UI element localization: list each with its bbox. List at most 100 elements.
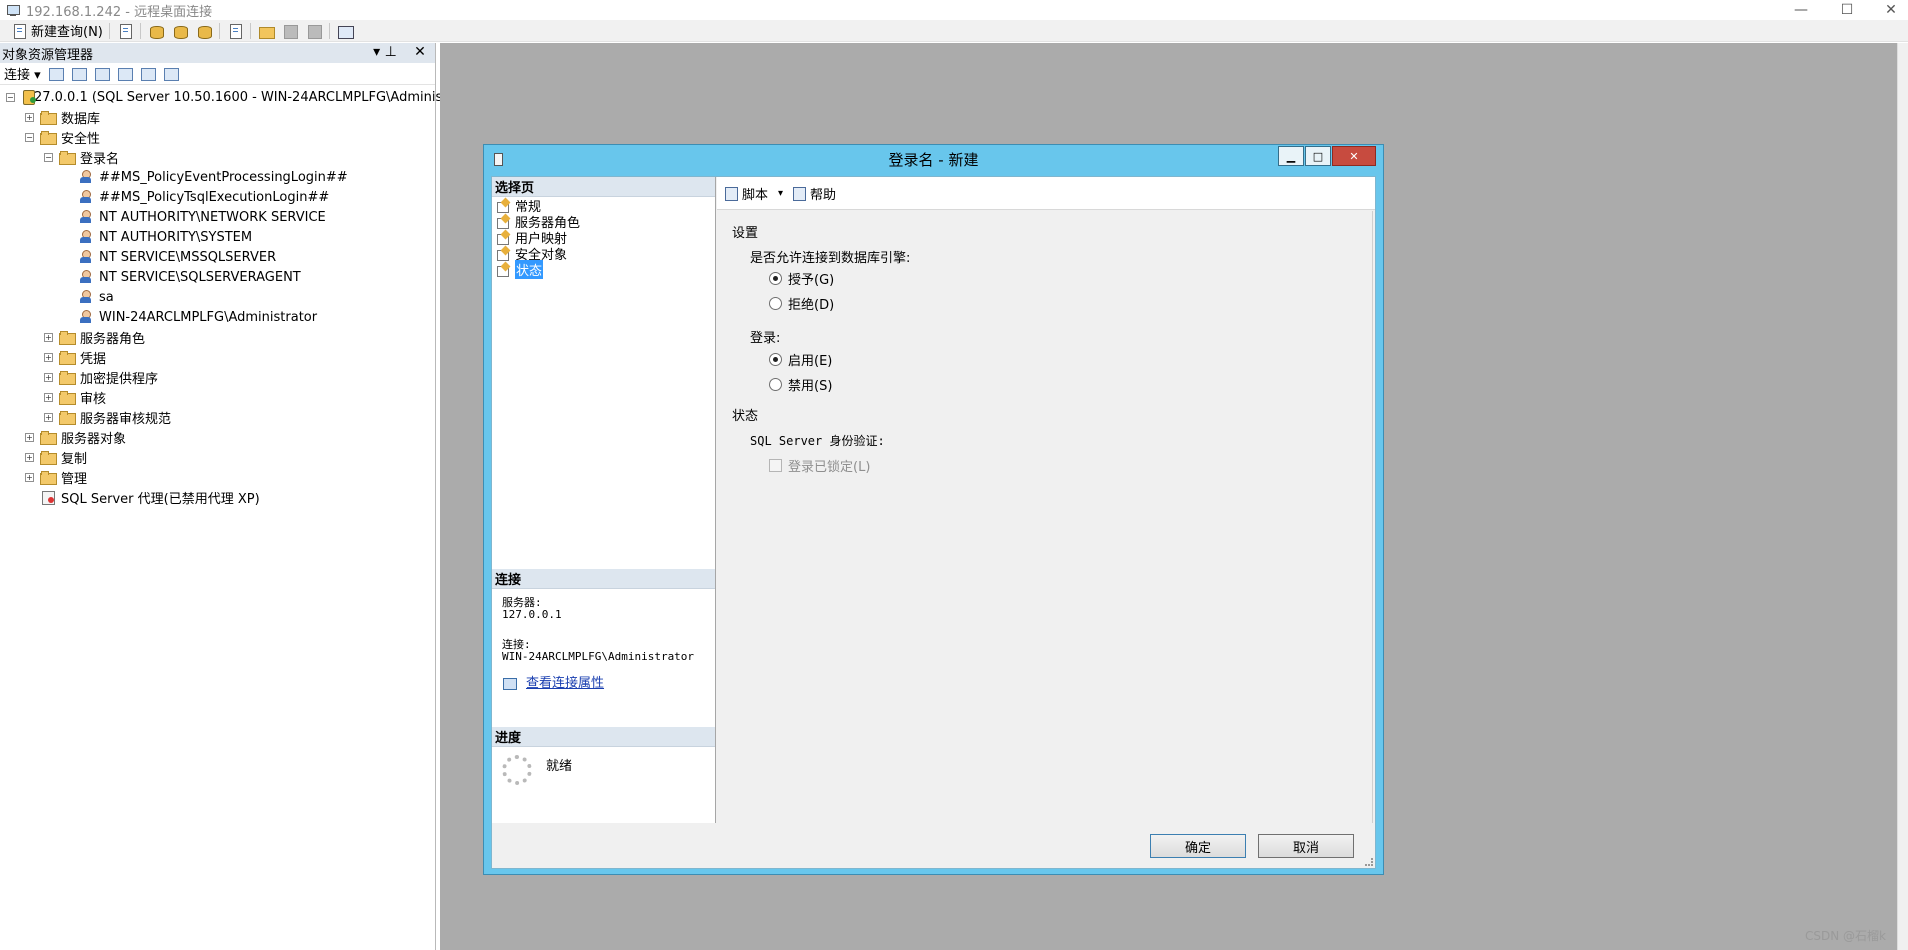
new-project-icon[interactable]	[227, 23, 243, 39]
tree-node[interactable]: + 服务器对象	[0, 427, 435, 447]
deny-radio[interactable]: 拒绝(D)	[769, 294, 834, 313]
tree-node-label: 数据库	[61, 111, 101, 127]
expand-icon[interactable]: +	[44, 412, 53, 422]
filter-icon[interactable]	[117, 67, 133, 81]
collapse-icon[interactable]: −	[6, 92, 15, 102]
object-tree: −127.0.0.1 (SQL Server 10.50.1600 - WIN-…	[0, 85, 484, 507]
expand-icon[interactable]: +	[44, 332, 53, 342]
expand-icon[interactable]: +	[25, 452, 34, 462]
tree-node[interactable]: + 审核	[0, 387, 435, 407]
object-explorer-panel: 对象资源管理器 ▾ ⊥ ✕ 连接 ▾ −127.0.0.1 (SQL Serve…	[0, 43, 484, 950]
script-button[interactable]: 脚本	[742, 184, 768, 203]
disable-radio-dot[interactable]	[769, 378, 782, 391]
page-icon	[496, 247, 511, 261]
help-button[interactable]: 帮助	[810, 184, 836, 203]
agent-icon	[40, 490, 56, 505]
refresh-icon[interactable]	[140, 67, 156, 81]
folder-icon	[59, 151, 76, 165]
page-icon	[496, 263, 511, 277]
tree-node[interactable]: ##MS_PolicyTsqlExecutionLogin##	[0, 187, 435, 207]
resize-grip-icon[interactable]	[1365, 858, 1373, 866]
minimize-button[interactable]: —	[1784, 0, 1818, 20]
tree-node[interactable]: −127.0.0.1 (SQL Server 10.50.1600 - WIN-…	[0, 87, 484, 107]
server-value: 127.0.0.1	[502, 608, 562, 621]
tree-node[interactable]: WIN-24ARCLMPLFG\Administrator	[0, 307, 435, 327]
view-connection-properties[interactable]: 查看连接属性	[502, 677, 715, 691]
connection-section: 连接 服务器: 127.0.0.1 连接: WIN-24ARCLMPLFG\Ad…	[492, 569, 715, 691]
toolbar-separator	[249, 22, 251, 39]
save-icon[interactable]	[282, 24, 298, 39]
tree-node-label: 登录名	[80, 151, 120, 167]
enable-radio[interactable]: 启用(E)	[769, 350, 832, 369]
stop-icon[interactable]	[94, 67, 110, 81]
tree-node[interactable]: + 服务器角色	[0, 327, 435, 347]
activity-monitor-icon[interactable]	[337, 24, 354, 39]
expand-icon[interactable]: +	[44, 352, 53, 362]
tree-node-label: 加密提供程序	[80, 371, 159, 387]
disable-radio[interactable]: 禁用(S)	[769, 375, 832, 394]
tree-node[interactable]: − 登录名	[0, 147, 435, 167]
close-panel-icon[interactable]: ✕	[412, 44, 428, 60]
expand-icon[interactable]: +	[25, 112, 34, 122]
permission-question: 是否允许连接到数据库引擎:	[750, 251, 911, 266]
tree-node[interactable]: NT AUTHORITY\SYSTEM	[0, 227, 435, 247]
object-explorer-header: 对象资源管理器 ▾ ⊥ ✕	[0, 43, 435, 63]
tree-node-label: 审核	[80, 391, 107, 407]
expand-icon[interactable]: +	[25, 432, 34, 442]
sql-auth-label: SQL Server 身份验证:	[750, 434, 885, 448]
connect-icon[interactable]	[48, 67, 64, 81]
ok-button[interactable]: 确定	[1150, 834, 1246, 858]
collapse-icon[interactable]: −	[25, 132, 34, 142]
tree-node[interactable]: + 管理	[0, 467, 435, 487]
cancel-button[interactable]: 取消	[1258, 834, 1354, 858]
disconnect-icon[interactable]	[71, 67, 87, 81]
view-connection-properties-link[interactable]: 查看连接属性	[526, 677, 604, 690]
maximize-button[interactable]: ☐	[1830, 0, 1864, 20]
toolbar-separator	[139, 22, 141, 39]
activity-icon[interactable]	[163, 67, 179, 81]
pin-icon[interactable]: ▾ ⊥	[368, 44, 402, 60]
tree-node[interactable]: + 复制	[0, 447, 435, 467]
close-button[interactable]: ✕	[1874, 0, 1908, 20]
grant-radio[interactable]: 授予(G)	[769, 269, 834, 288]
dialog-minimize-button[interactable]: ▁	[1278, 146, 1304, 166]
new-file-icon[interactable]	[117, 23, 133, 39]
expand-icon[interactable]: +	[44, 392, 53, 402]
connect-dropdown[interactable]: 连接 ▾	[4, 64, 41, 83]
grant-radio-dot[interactable]	[769, 272, 782, 285]
dialog-close-button[interactable]: ✕	[1332, 146, 1376, 166]
tree-node[interactable]: + 服务器审核规范	[0, 407, 435, 427]
database-engine-query-icon[interactable]	[148, 24, 164, 39]
vertical-scrollbar[interactable]	[1897, 43, 1908, 950]
tree-node[interactable]: + 凭据	[0, 347, 435, 367]
tree-node[interactable]: NT AUTHORITY\NETWORK SERVICE	[0, 207, 435, 227]
expand-icon[interactable]: +	[44, 372, 53, 382]
enable-radio-dot[interactable]	[769, 353, 782, 366]
tree-node[interactable]: + 加密提供程序	[0, 367, 435, 387]
login-locked-label: 登录已锁定(L)	[788, 460, 871, 475]
tree-node[interactable]: ##MS_PolicyEventProcessingLogin##	[0, 167, 435, 187]
script-dropdown-icon[interactable]: ▾	[778, 188, 783, 199]
tree-node[interactable]: + 数据库	[0, 107, 435, 127]
tree-node[interactable]: SQL Server 代理(已禁用代理 XP)	[0, 487, 435, 507]
tree-node-label: 127.0.0.1 (SQL Server 10.50.1600 - WIN-2…	[25, 89, 485, 105]
dialog-maximize-button[interactable]: □	[1305, 146, 1331, 166]
mdx-query-icon[interactable]	[196, 24, 212, 39]
collapse-icon[interactable]: −	[44, 152, 53, 162]
connection-value: WIN-24ARCLMPLFG\Administrator	[502, 650, 695, 663]
page-item[interactable]: 状态	[492, 259, 715, 279]
open-folder-icon[interactable]	[258, 24, 275, 39]
analysis-query-icon[interactable]	[172, 24, 188, 39]
dialog-button-row: 确定 取消	[492, 834, 1376, 860]
deny-radio-dot[interactable]	[769, 297, 782, 310]
tree-node[interactable]: − 安全性	[0, 127, 435, 147]
tree-node[interactable]: NT SERVICE\MSSQLSERVER	[0, 247, 435, 267]
page-icon	[496, 215, 511, 229]
save-all-icon[interactable]	[306, 24, 322, 39]
tree-node[interactable]: NT SERVICE\SQLSERVERAGENT	[0, 267, 435, 287]
folder-icon	[59, 331, 76, 345]
expand-icon[interactable]: +	[25, 472, 34, 482]
tree-node-label: NT SERVICE\MSSQLSERVER	[99, 249, 277, 265]
new-query-button[interactable]: 新建查询(N)	[4, 22, 106, 40]
tree-node[interactable]: sa	[0, 287, 435, 307]
